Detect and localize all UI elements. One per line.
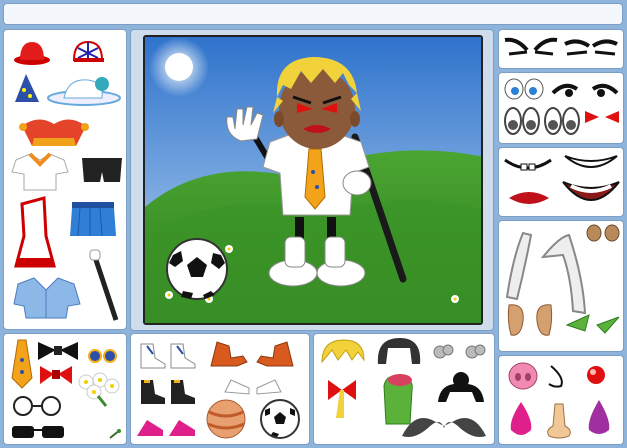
blue-jacket[interactable] bbox=[12, 274, 82, 320]
orange-ball[interactable] bbox=[205, 398, 247, 440]
black-shorts[interactable] bbox=[80, 156, 124, 184]
pink-nose[interactable] bbox=[507, 400, 535, 440]
elf-shoes[interactable] bbox=[207, 336, 297, 370]
wide-smile[interactable] bbox=[561, 178, 621, 210]
big-smile[interactable] bbox=[563, 152, 619, 176]
hair-panel bbox=[313, 333, 495, 445]
round-glasses[interactable] bbox=[10, 394, 64, 418]
toothy-grin[interactable] bbox=[503, 154, 553, 178]
hook-nose[interactable] bbox=[545, 364, 573, 390]
blue-skirt[interactable] bbox=[68, 200, 118, 238]
black-lashes[interactable] bbox=[549, 79, 621, 99]
black-bob[interactable] bbox=[376, 336, 422, 366]
clothing-panel bbox=[3, 29, 127, 330]
accessories-panel bbox=[3, 333, 127, 445]
top-bar bbox=[3, 3, 623, 25]
black-shoes[interactable] bbox=[137, 374, 199, 406]
grey-eyes[interactable] bbox=[503, 105, 581, 139]
stage-frame bbox=[130, 29, 494, 331]
flat-eyebrows[interactable] bbox=[563, 36, 619, 58]
daisy-bouquet[interactable] bbox=[76, 372, 122, 408]
character-stage bbox=[143, 35, 483, 325]
sunglasses[interactable] bbox=[10, 424, 66, 440]
stage-soccer-ball bbox=[166, 238, 228, 300]
red-bowtie[interactable] bbox=[38, 364, 74, 386]
red-bowler-hat[interactable] bbox=[12, 38, 52, 68]
small-ears[interactable] bbox=[505, 301, 555, 339]
black-cane[interactable] bbox=[88, 248, 122, 324]
soccer-ball[interactable] bbox=[259, 398, 301, 440]
union-jack-cap[interactable] bbox=[70, 38, 106, 66]
footwear-panel bbox=[130, 333, 310, 445]
black-bun[interactable] bbox=[436, 370, 486, 406]
big-nose[interactable] bbox=[543, 402, 575, 440]
white-sneakers[interactable] bbox=[137, 338, 199, 370]
white-flat-shoes[interactable] bbox=[223, 376, 283, 396]
white-sun-hat[interactable] bbox=[46, 72, 122, 108]
blonde-bangs[interactable] bbox=[320, 338, 366, 366]
purple-nose[interactable] bbox=[585, 398, 613, 438]
angry-eyebrows[interactable] bbox=[503, 34, 559, 60]
wizard-hat[interactable] bbox=[12, 72, 42, 106]
green-elf-ears[interactable] bbox=[565, 311, 621, 335]
pearl-earrings[interactable] bbox=[88, 338, 118, 368]
red-lips[interactable] bbox=[507, 188, 551, 208]
red-bow[interactable] bbox=[326, 376, 358, 420]
orange-collar-shirt[interactable] bbox=[10, 150, 70, 192]
black-bowtie[interactable] bbox=[36, 340, 80, 362]
noses-panel bbox=[498, 355, 624, 445]
eyebrows-panel bbox=[498, 29, 624, 69]
pink-heels[interactable] bbox=[135, 414, 197, 440]
pin[interactable] bbox=[108, 428, 122, 440]
orange-tie[interactable] bbox=[10, 338, 34, 390]
eyes-panel bbox=[498, 72, 624, 144]
red-white-dress[interactable] bbox=[12, 196, 58, 272]
pig-snout[interactable] bbox=[507, 360, 539, 392]
ears-panel bbox=[498, 220, 624, 352]
moustache[interactable] bbox=[398, 410, 488, 442]
mouths-panel bbox=[498, 147, 624, 217]
red-clown-nose[interactable] bbox=[585, 364, 607, 386]
jester-hat[interactable] bbox=[18, 112, 90, 148]
red-eyes[interactable] bbox=[583, 107, 621, 127]
round-ears[interactable] bbox=[585, 223, 621, 243]
grey-curls[interactable] bbox=[432, 342, 488, 362]
blue-eyes[interactable] bbox=[503, 77, 545, 101]
